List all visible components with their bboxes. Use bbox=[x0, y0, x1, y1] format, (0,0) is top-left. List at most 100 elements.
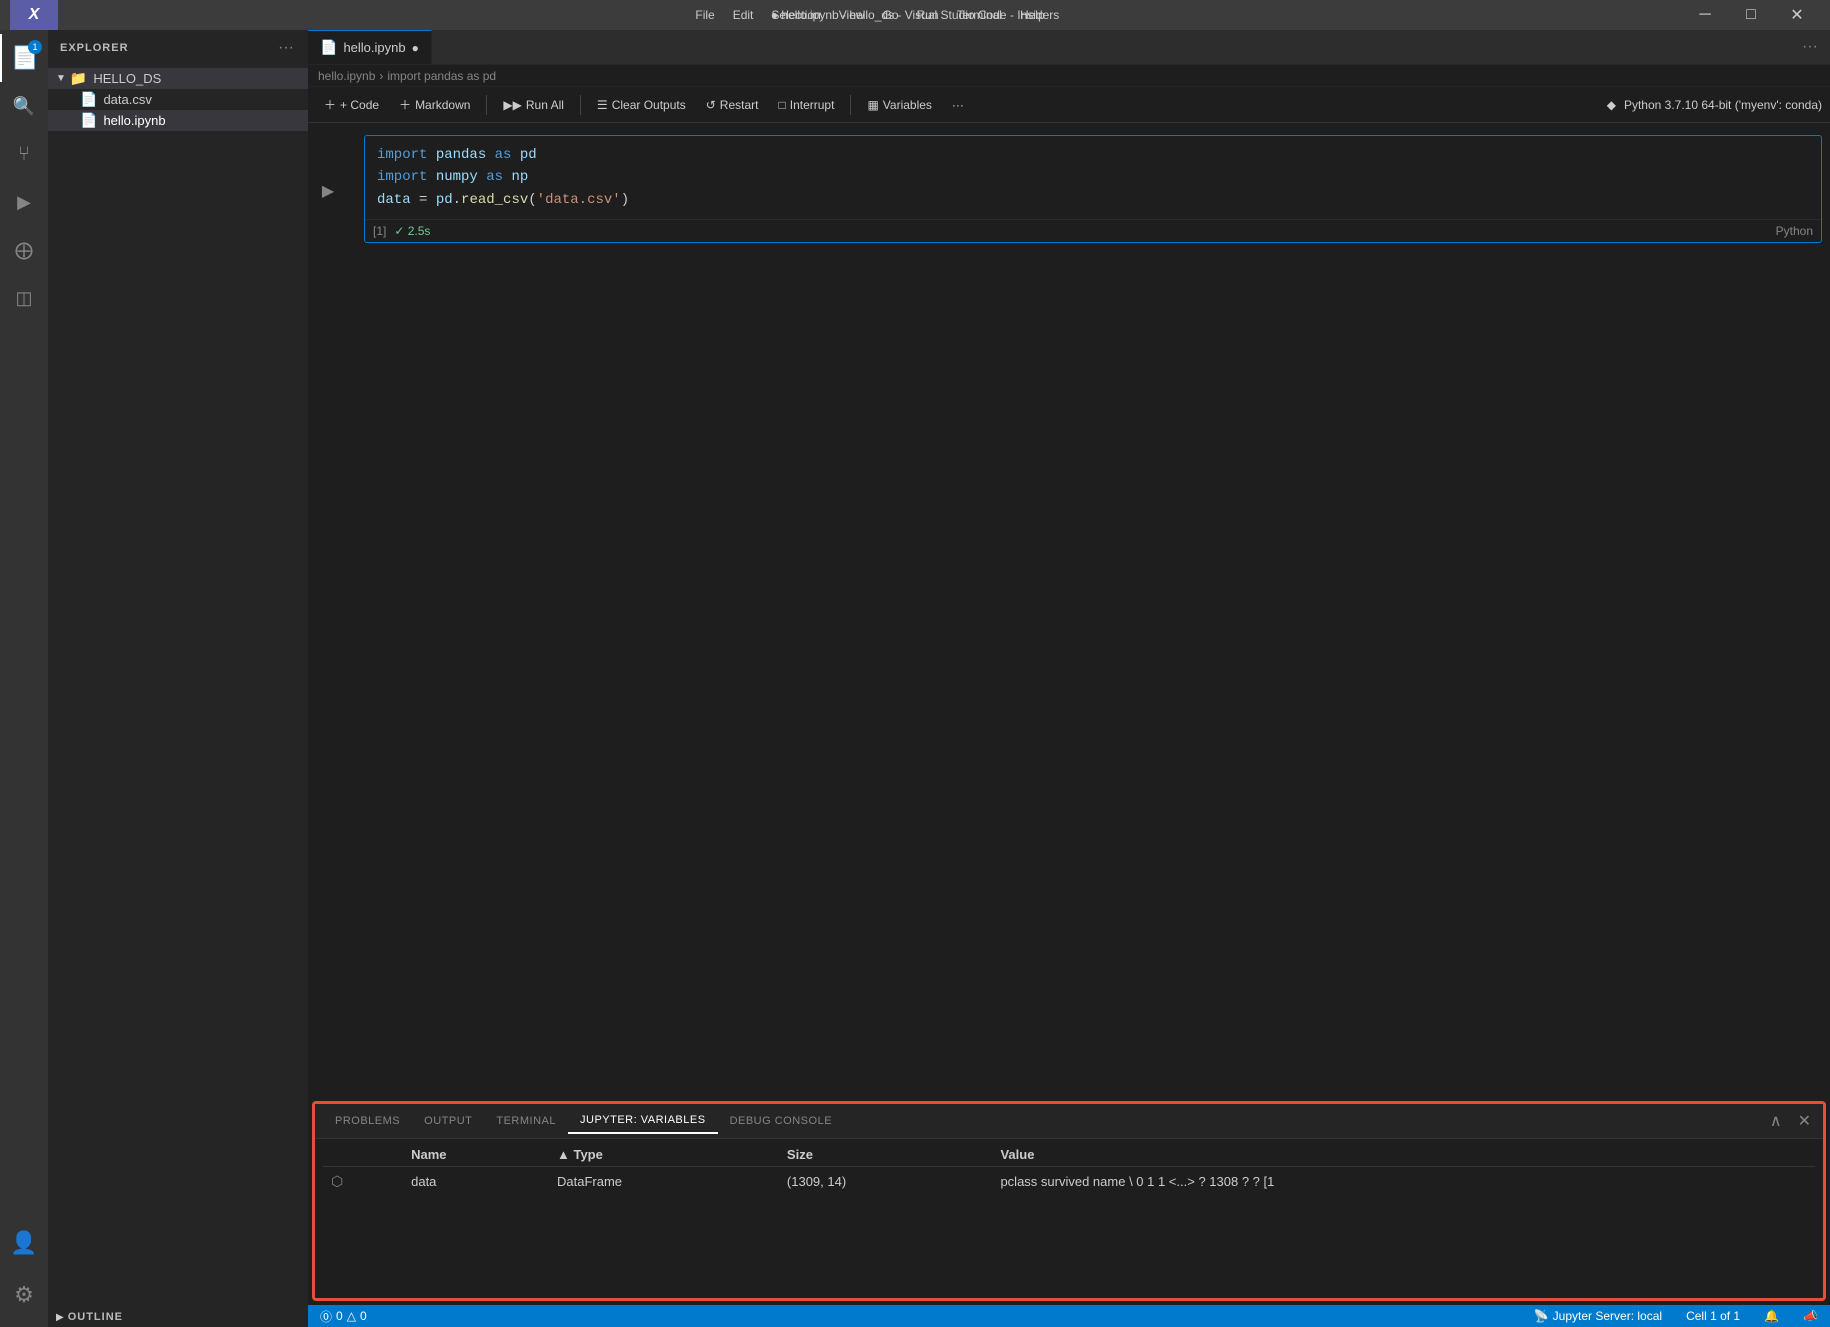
col-size-header[interactable]: Size bbox=[779, 1143, 993, 1167]
folder-arrow-icon: ▼ bbox=[56, 73, 66, 84]
variables-icon: ▦ bbox=[867, 98, 878, 112]
cell-result: [1] ✓ 2.5s Python bbox=[365, 219, 1821, 242]
breadcrumb-part-2[interactable]: import pandas as pd bbox=[387, 69, 496, 83]
status-bar: ⓪ 0 △ 0 📡 Jupyter Server: local Cell 1 o… bbox=[308, 1305, 1830, 1327]
panel-collapse-button[interactable]: ∧ bbox=[1766, 1109, 1786, 1133]
module-numpy: numpy bbox=[436, 166, 478, 188]
restart-button[interactable]: ↺ Restart bbox=[698, 95, 767, 115]
clear-outputs-button[interactable]: ☰ Clear Outputs bbox=[589, 95, 694, 115]
open-variable-icon[interactable]: ⬡ bbox=[331, 1173, 343, 1189]
activity-extensions[interactable]: ⨁ bbox=[0, 226, 48, 274]
activity-source-control[interactable]: ⑂ bbox=[0, 130, 48, 178]
keyword-import-2: import bbox=[377, 166, 427, 188]
file-data-csv[interactable]: 📄 data.csv bbox=[48, 89, 308, 110]
title-bar: X File Edit Selection View Go Run Termin… bbox=[0, 0, 1830, 30]
tab-output[interactable]: OUTPUT bbox=[412, 1109, 484, 1133]
remote-icon: ◫ bbox=[15, 288, 32, 309]
restart-label: Restart bbox=[720, 98, 759, 112]
sidebar-more-button[interactable]: ··· bbox=[276, 38, 296, 58]
keyword-as-1: as bbox=[495, 144, 512, 166]
breadcrumb-separator: › bbox=[379, 69, 383, 83]
panel-close-button[interactable]: ✕ bbox=[1794, 1109, 1815, 1133]
activity-settings[interactable]: ⚙ bbox=[0, 1271, 48, 1319]
add-code-button[interactable]: ＋ + Code bbox=[316, 93, 387, 116]
debug-icon: ▶ bbox=[17, 192, 31, 213]
kernel-info: ◆ Python 3.7.10 64-bit ('myenv': conda) bbox=[1607, 98, 1822, 112]
var-pd: pd bbox=[436, 189, 453, 211]
op-equals: = bbox=[411, 189, 436, 211]
result-time: ✓ 2.5s bbox=[394, 224, 430, 238]
cell-content[interactable]: import pandas as pd import numpy bbox=[364, 135, 1822, 243]
panel-controls: ∧ ✕ bbox=[1766, 1109, 1815, 1133]
cell-area: ▶ import pandas as pd bbox=[308, 123, 1830, 1097]
alias-np: np bbox=[511, 166, 528, 188]
jupyter-server-label: Jupyter Server: local bbox=[1553, 1309, 1662, 1323]
activity-remote[interactable]: ◫ bbox=[0, 274, 48, 322]
code-line-3: data = pd . read_csv ( 'data.csv' ) bbox=[377, 189, 1809, 211]
breadcrumb-part-1[interactable]: hello.ipynb bbox=[318, 69, 375, 83]
interrupt-button[interactable]: □ Interrupt bbox=[770, 95, 842, 115]
tab-debug-console[interactable]: DEBUG CONSOLE bbox=[718, 1109, 844, 1133]
status-cell-position[interactable]: Cell 1 of 1 bbox=[1682, 1305, 1744, 1327]
row-type-cell: DataFrame bbox=[549, 1167, 779, 1197]
tab-terminal[interactable]: TERMINAL bbox=[484, 1109, 568, 1133]
kernel-icon: ◆ bbox=[1607, 98, 1616, 112]
run-all-label: Run All bbox=[526, 98, 564, 112]
status-errors[interactable]: ⓪ 0 △ 0 bbox=[316, 1305, 371, 1327]
tab-hello-ipynb[interactable]: 📄 hello.ipynb ● bbox=[308, 30, 432, 64]
file-icon-csv: 📄 bbox=[80, 91, 97, 108]
tab-more-button[interactable]: ··· bbox=[1790, 30, 1830, 64]
code-line-2: import numpy as np bbox=[377, 166, 1809, 188]
tab-modified-dot: ● bbox=[412, 41, 419, 55]
col-type-header-2[interactable]: ▲ Type bbox=[549, 1143, 779, 1167]
col-type-header[interactable]: Name bbox=[403, 1143, 549, 1167]
activity-bar: 📄 1 🔍 ⑂ ▶ ⨁ ◫ 👤 ⚙ bbox=[0, 30, 48, 1327]
code-editor[interactable]: import pandas as pd import numpy bbox=[365, 136, 1821, 219]
outline-section[interactable]: ▶ OUTLINE bbox=[48, 1307, 308, 1327]
row-value-cell: pclass survived name \ 0 1 1 <...> ? 130… bbox=[992, 1167, 1815, 1197]
file-name-ipynb: hello.ipynb bbox=[103, 113, 165, 128]
cell-gutter: ▶ bbox=[316, 135, 364, 243]
jupyter-variables-panel: PROBLEMS OUTPUT TERMINAL JUPYTER: VARIAB… bbox=[312, 1101, 1826, 1301]
folder-hello-ds[interactable]: ▼ 📁 HELLO_DS bbox=[48, 68, 308, 89]
status-left: ⓪ 0 △ 0 bbox=[316, 1305, 371, 1327]
error-icon: ⓪ bbox=[320, 1308, 332, 1325]
tab-filename: hello.ipynb bbox=[343, 40, 405, 55]
menu-file[interactable]: File bbox=[687, 6, 722, 24]
result-language: Python bbox=[1776, 224, 1813, 238]
settings-icon: ⚙ bbox=[14, 1282, 34, 1308]
run-all-button[interactable]: ▶▶ Run All bbox=[495, 95, 572, 115]
maximize-button[interactable]: □ bbox=[1728, 0, 1774, 30]
add-markdown-label: Markdown bbox=[415, 98, 470, 112]
status-jupyter-server[interactable]: 📡 Jupyter Server: local bbox=[1530, 1305, 1666, 1327]
module-pandas: pandas bbox=[436, 144, 486, 166]
menu-edit[interactable]: Edit bbox=[725, 6, 762, 24]
toolbar-divider-2 bbox=[580, 95, 581, 115]
activity-explorer[interactable]: 📄 1 bbox=[0, 34, 48, 82]
activity-search[interactable]: 🔍 bbox=[0, 82, 48, 130]
col-value-header[interactable]: Value bbox=[992, 1143, 1815, 1167]
code-line-1: import pandas as pd bbox=[377, 144, 1809, 166]
toolbar-more-button[interactable]: ··· bbox=[944, 95, 972, 115]
keyword-as-2: as bbox=[486, 166, 503, 188]
minimize-button[interactable]: ─ bbox=[1682, 0, 1728, 30]
status-broadcast[interactable]: 📣 bbox=[1799, 1305, 1822, 1327]
activity-debug[interactable]: ▶ bbox=[0, 178, 48, 226]
file-hello-ipynb[interactable]: 📄 hello.ipynb bbox=[48, 110, 308, 131]
tab-jupyter-variables[interactable]: JUPYTER: VARIABLES bbox=[568, 1108, 718, 1134]
variables-label: Variables bbox=[883, 98, 932, 112]
status-notification[interactable]: 🔔 bbox=[1760, 1305, 1783, 1327]
kernel-label[interactable]: Python 3.7.10 64-bit ('myenv': conda) bbox=[1624, 98, 1822, 112]
file-icon-ipynb: 📄 bbox=[80, 112, 97, 129]
activity-account[interactable]: 👤 bbox=[0, 1219, 48, 1267]
window-controls: ─ □ ✕ bbox=[1682, 0, 1820, 30]
tab-problems[interactable]: PROBLEMS bbox=[323, 1109, 412, 1133]
cell-run-button[interactable]: ▶ bbox=[316, 179, 340, 203]
variables-button[interactable]: ▦ Variables bbox=[859, 95, 939, 115]
col-name-header[interactable] bbox=[323, 1143, 403, 1167]
close-button[interactable]: ✕ bbox=[1774, 0, 1820, 30]
window-title: ● hello.ipynb - hello_ds - Visual Studio… bbox=[771, 8, 1060, 22]
add-markdown-button[interactable]: ＋ Markdown bbox=[391, 93, 478, 116]
source-control-icon: ⑂ bbox=[18, 143, 30, 166]
folder-icon: 📁 bbox=[70, 70, 87, 87]
